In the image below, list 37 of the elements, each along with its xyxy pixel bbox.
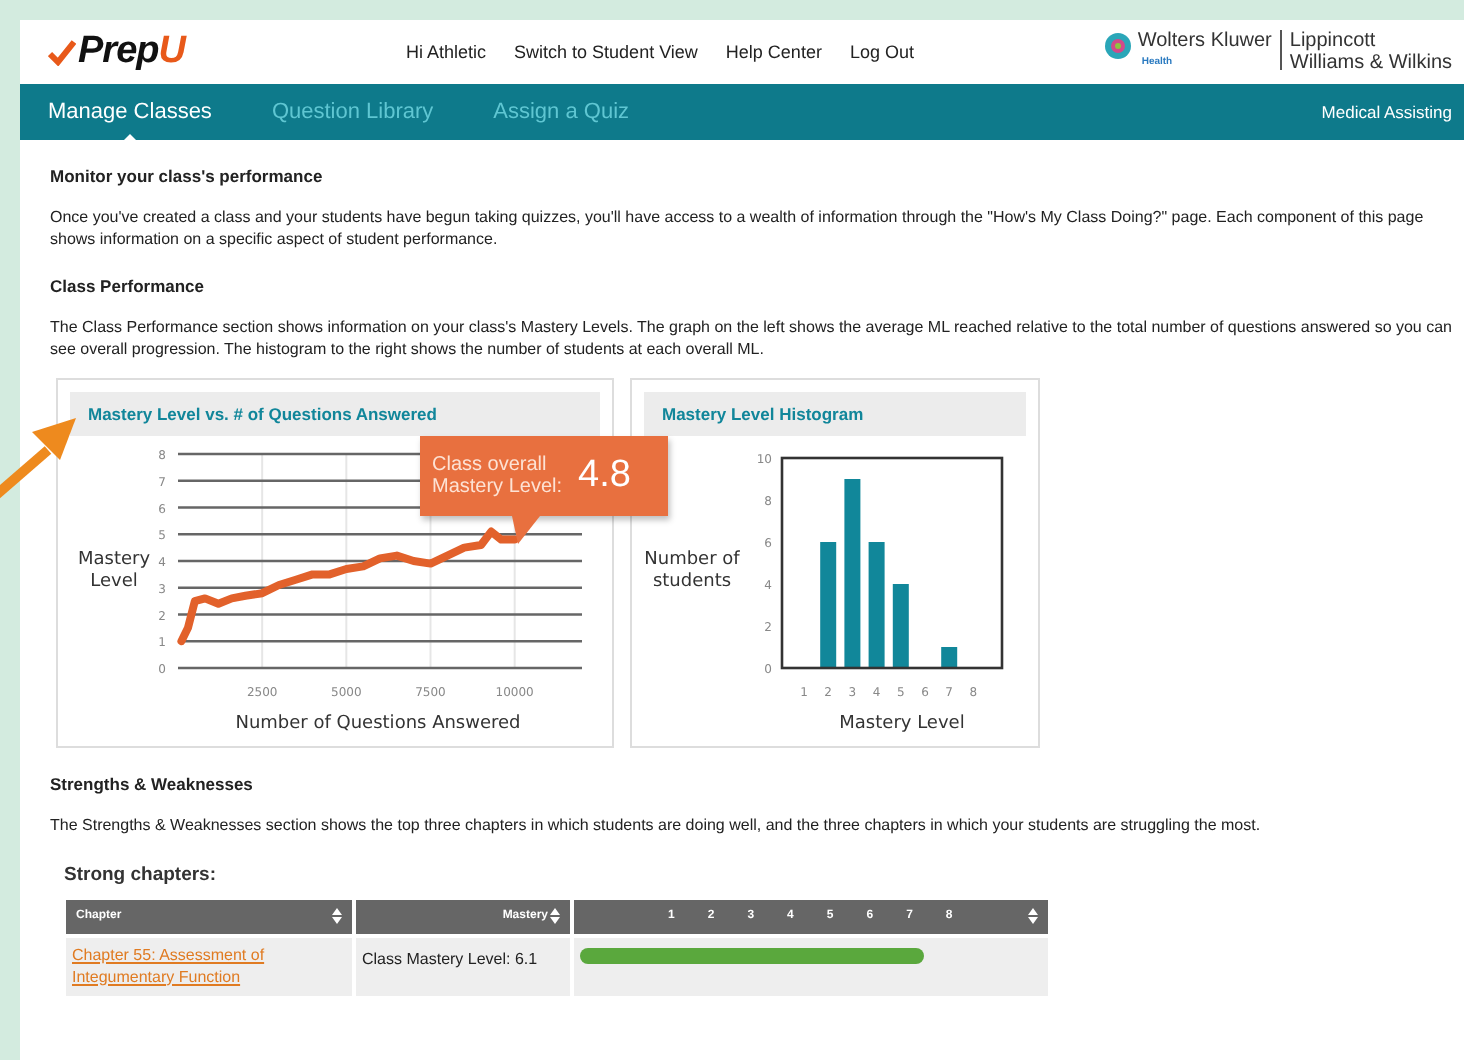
course-name: Medical Assisting bbox=[1321, 102, 1452, 122]
chart-title: Mastery Level Histogram bbox=[644, 392, 1026, 436]
paragraph: The Strengths & Weaknesses section shows the top three chapters in which students are doing well, and the three chapters in which your students are struggling the most. bbox=[50, 816, 1263, 837]
histogram-bar bbox=[820, 542, 837, 668]
axis-label: Mastery Level bbox=[839, 714, 965, 734]
histogram-bar bbox=[868, 542, 885, 668]
imprint-name: Lippincott bbox=[1289, 30, 1378, 52]
paragraph: The Class Performance section shows information on your class's Mastery Levels. The graph on the left shows the average ML reached relative to the total number of questions answered so you can see overall progression. The histogram to the right shows the number of students at each overall ML. bbox=[50, 318, 1452, 360]
histogram-bar bbox=[941, 647, 958, 668]
section-heading: Class Performance bbox=[50, 276, 207, 296]
imprint-name: Williams & Wilkins bbox=[1289, 52, 1452, 74]
check-icon bbox=[48, 38, 76, 66]
globe-icon bbox=[1103, 32, 1132, 60]
section-heading: Monitor your class's performance bbox=[50, 166, 325, 186]
subheading: Strong chapters: bbox=[64, 863, 219, 885]
table-cell: Class Mastery Level: 6.1 bbox=[356, 937, 570, 995]
header-link[interactable]: Help Center bbox=[725, 42, 822, 62]
chart-title: Mastery Level vs. # of Questions Answered bbox=[70, 392, 600, 436]
sort-icon bbox=[1028, 908, 1038, 924]
header-link[interactable]: Log Out bbox=[849, 42, 914, 62]
histogram-bar bbox=[892, 584, 909, 668]
sort-icon bbox=[332, 908, 342, 924]
nav-tab[interactable]: Manage Classes bbox=[48, 100, 212, 124]
caret-icon bbox=[119, 134, 140, 144]
paragraph: Once you've created a class and your students have begun taking quizzes, you'll have access to a wealth of information through the "How's My Class Doing?" page. Each component of this page shows information on a specific aspect of student performance. bbox=[50, 208, 1426, 250]
header-link[interactable]: Switch to Student View bbox=[514, 42, 698, 62]
axis-label: Mastery Level bbox=[77, 550, 151, 592]
callout-label: Class overall bbox=[432, 454, 549, 476]
callout-label: Mastery Level: bbox=[432, 476, 563, 498]
publisher-name: Wolters Kluwer bbox=[1137, 30, 1272, 54]
header-link[interactable]: Hi Athletic bbox=[406, 42, 487, 62]
logo[interactable]: PrepU bbox=[78, 30, 185, 74]
axis-label: Number of students bbox=[644, 550, 740, 592]
sort-icon bbox=[550, 908, 560, 924]
axis-label: Number of Questions Answered bbox=[235, 714, 521, 734]
callout-value: 4.8 bbox=[578, 454, 631, 498]
section-heading: Strengths & Weaknesses bbox=[50, 774, 255, 794]
